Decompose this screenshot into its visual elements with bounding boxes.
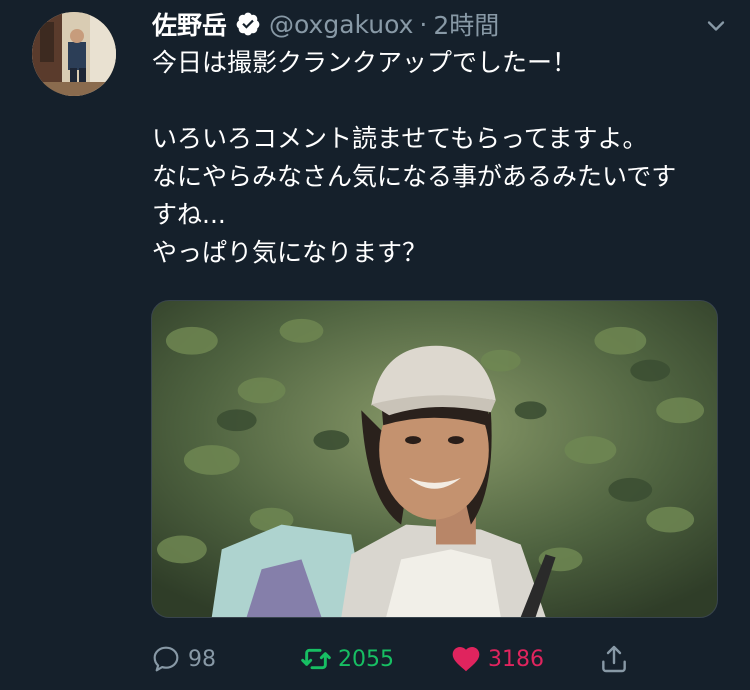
tweet-header: 佐野岳 @oxgakuox · 2時間 — [152, 6, 730, 42]
avatar-photo — [32, 12, 116, 96]
heart-icon — [452, 647, 480, 672]
tweet-photo[interactable] — [151, 300, 718, 618]
like-count: 3186 — [488, 646, 544, 672]
verified-badge-icon — [235, 11, 261, 37]
separator-dot: · — [419, 9, 428, 39]
share-icon — [602, 645, 626, 673]
photo-image — [152, 301, 717, 617]
share-button[interactable] — [598, 636, 630, 682]
retweet-button[interactable]: 2055 — [300, 636, 394, 682]
avatar[interactable] — [32, 12, 116, 96]
reply-button[interactable]: 98 — [150, 636, 216, 682]
author-name[interactable]: 佐野岳 — [152, 6, 227, 42]
like-button[interactable]: 3186 — [450, 636, 544, 682]
author-handle[interactable]: @oxgakuox — [269, 10, 413, 39]
chevron-down-icon[interactable] — [702, 12, 730, 40]
tweet-text: 今日は撮影クランクアップでしたー！ いろいろコメント読ませてもらってますよ。 な… — [152, 48, 677, 267]
tweet-timestamp[interactable]: 2時間 — [433, 6, 499, 42]
reply-count: 98 — [188, 646, 216, 672]
retweet-count: 2055 — [338, 646, 394, 672]
reply-icon — [153, 646, 179, 672]
retweet-icon — [301, 648, 331, 670]
tweet-actions: 98 2055 3186 — [150, 636, 650, 682]
